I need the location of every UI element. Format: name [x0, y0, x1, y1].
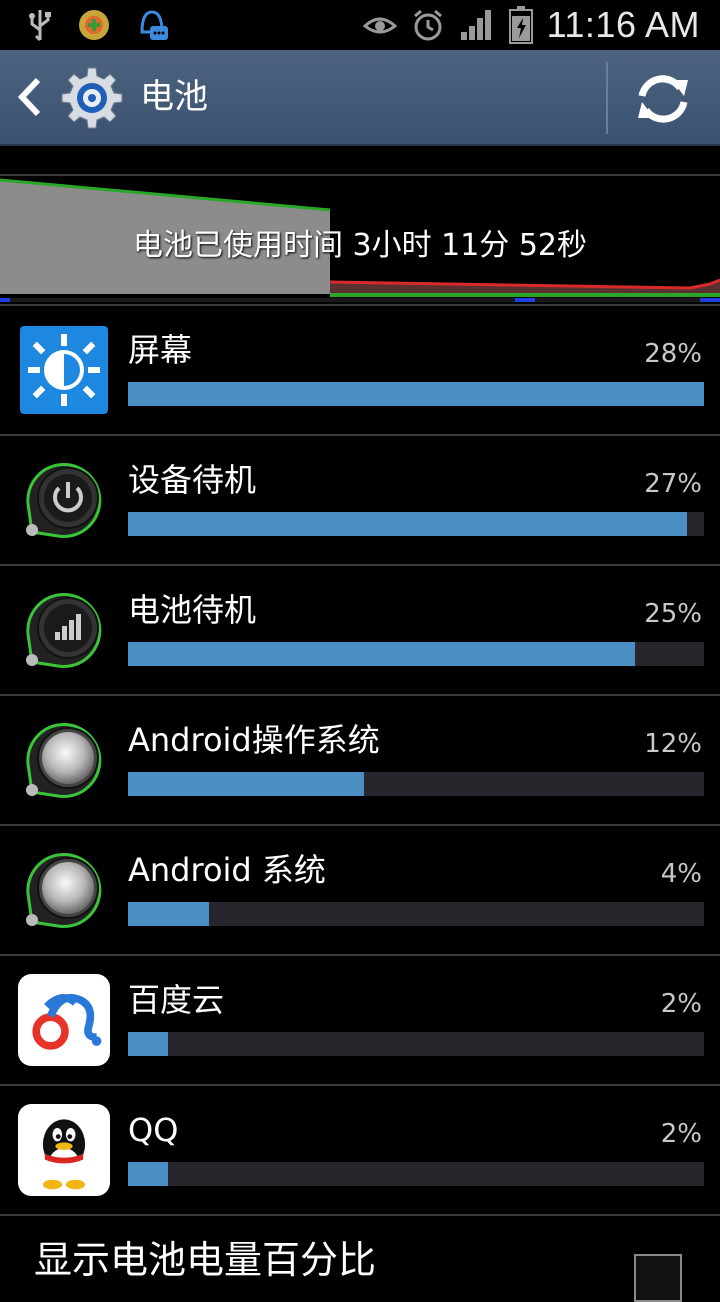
- usage-bar-fill: [128, 512, 687, 536]
- usage-bar-fill: [128, 1032, 169, 1056]
- divider: [606, 62, 608, 134]
- list-item[interactable]: Android 系统 4%: [0, 826, 720, 956]
- usage-bar-fill: [128, 382, 704, 406]
- status-bar: 11:16 AM: [0, 0, 720, 50]
- app-name: Android 系统: [128, 851, 326, 889]
- app-name: QQ: [128, 1111, 179, 1149]
- alarm-icon: [413, 9, 442, 41]
- usage-bar: [128, 512, 704, 536]
- power-icon: [26, 462, 102, 538]
- usage-bar: [128, 902, 704, 926]
- android-os-icon: [26, 722, 102, 798]
- usage-percent: 12%: [644, 729, 702, 759]
- signal-icon: [460, 10, 491, 40]
- usage-percent: 2%: [660, 1119, 702, 1149]
- battery-charging-icon: [508, 6, 533, 44]
- game-icon: [79, 10, 109, 40]
- eye-icon: [362, 17, 397, 34]
- battery-history-graph[interactable]: 电池已使用时间 3小时 11分 52秒: [0, 174, 720, 304]
- list-item[interactable]: 电池待机 25%: [0, 566, 720, 696]
- usage-percent: 27%: [644, 469, 702, 499]
- settings-gear-icon[interactable]: [60, 66, 124, 130]
- signal-bars-icon: [26, 592, 102, 668]
- usage-bar: [128, 1162, 704, 1186]
- battery-usage-time: 电池已使用时间 3小时 11分 52秒: [132, 228, 588, 263]
- usage-bar-fill: [128, 902, 209, 926]
- usage-bar-fill: [128, 772, 365, 796]
- app-name: 设备待机: [128, 461, 257, 499]
- show-battery-percentage-setting[interactable]: 显示电池电量百分比: [0, 1216, 720, 1302]
- usage-percent: 25%: [644, 599, 702, 629]
- list-item[interactable]: 百度云 2%: [0, 956, 720, 1086]
- usage-bar: [128, 1032, 704, 1056]
- usage-bar: [128, 772, 704, 796]
- usage-percent: 28%: [644, 339, 702, 369]
- usage-percent: 2%: [660, 989, 702, 1019]
- baidu-cloud-icon: [18, 974, 110, 1066]
- page-title: 电池: [140, 77, 208, 117]
- battery-usage-list: 屏幕 28% 设备待机 27% 电池待机 25% Android操作系统 12%…: [0, 306, 720, 1216]
- status-left-icons: [26, 6, 170, 44]
- list-item[interactable]: 屏幕 28%: [0, 306, 720, 436]
- qq-penguin-icon: [18, 1104, 110, 1196]
- android-system-icon: [26, 852, 102, 928]
- app-name: Android操作系统: [128, 721, 380, 759]
- refresh-icon[interactable]: [630, 66, 696, 132]
- chevron-left-icon[interactable]: [14, 76, 44, 118]
- status-right-icons: 11:16 AM: [362, 2, 700, 48]
- usage-bar-fill: [128, 642, 635, 666]
- app-name: 电池待机: [128, 591, 257, 629]
- clock: 11:16 AM: [546, 4, 700, 45]
- list-item[interactable]: 设备待机 27%: [0, 436, 720, 566]
- usb-icon: [29, 10, 51, 42]
- screen-brightness-icon: [20, 326, 108, 414]
- show-battery-percentage-label: 显示电池电量百分比: [34, 1238, 377, 1282]
- usage-bar: [128, 382, 704, 406]
- list-item[interactable]: QQ 2%: [0, 1086, 720, 1216]
- app-name: 百度云: [128, 981, 225, 1019]
- chat-bell-icon: [140, 10, 168, 40]
- show-battery-percentage-checkbox[interactable]: [634, 1254, 682, 1302]
- usage-percent: 4%: [660, 859, 702, 889]
- list-item[interactable]: Android操作系统 12%: [0, 696, 720, 826]
- usage-bar-fill: [128, 1162, 169, 1186]
- app-name: 屏幕: [128, 331, 193, 369]
- action-bar: 电池: [0, 50, 720, 146]
- usage-bar: [128, 642, 704, 666]
